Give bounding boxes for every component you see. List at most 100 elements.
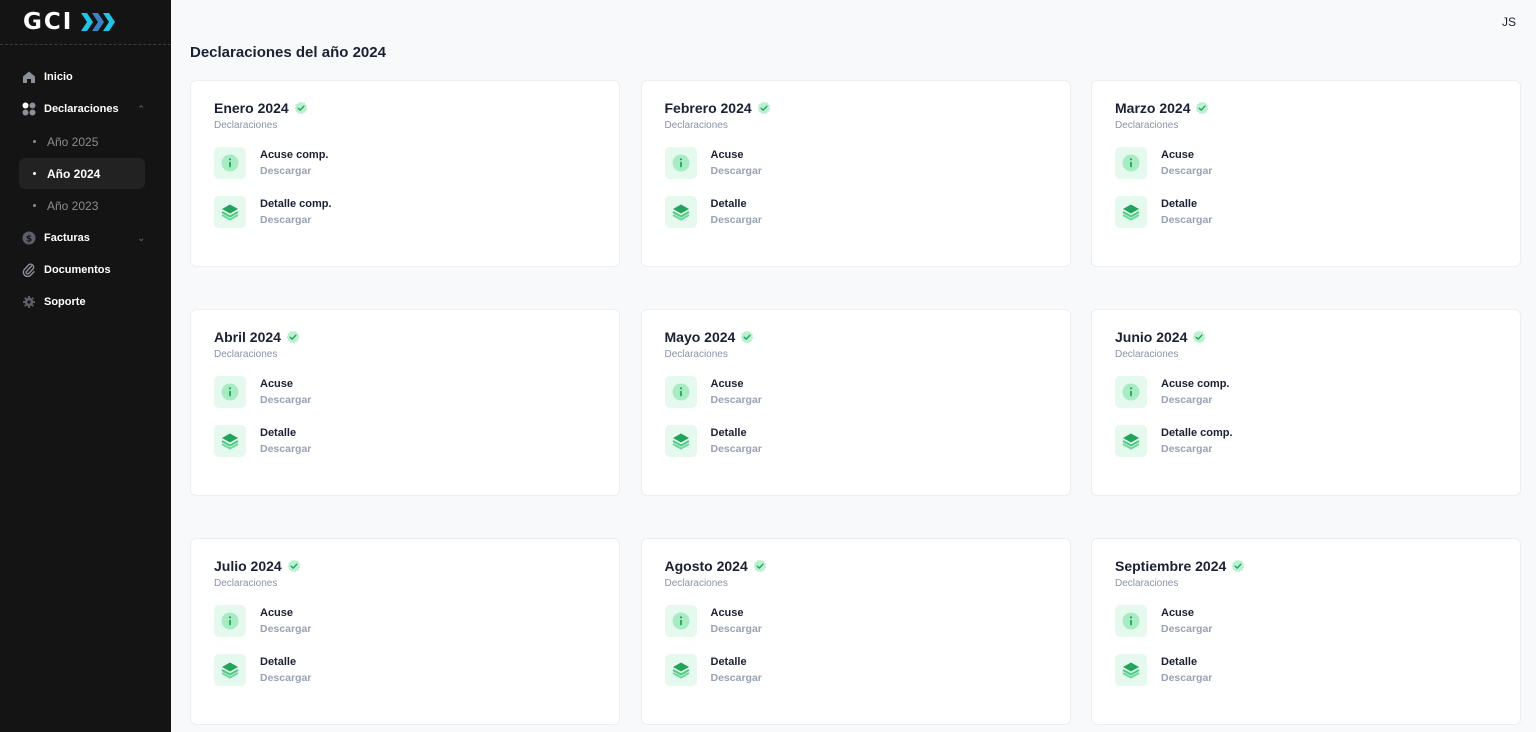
sidebar-subitem-label: Año 2025 xyxy=(47,134,99,149)
chevron-up-icon: ⌃ xyxy=(137,103,145,114)
verified-check-icon xyxy=(741,330,754,344)
user-avatar[interactable]: JS xyxy=(1496,11,1522,33)
download-link[interactable]: Descargar xyxy=(1161,394,1229,406)
logo[interactable]: GCI xyxy=(0,0,171,45)
acuse-download[interactable]: Acuse Descargar xyxy=(664,147,1047,179)
layers-icon xyxy=(664,425,697,457)
download-link[interactable]: Descargar xyxy=(711,623,762,635)
acuse-download[interactable]: Acuse comp. Descargar xyxy=(1115,376,1497,408)
info-icon xyxy=(214,605,246,637)
card-header: Marzo 2024 xyxy=(1115,100,1497,116)
sidebar-item-label: Inicio xyxy=(44,71,73,83)
verified-check-icon xyxy=(753,559,767,573)
download-link[interactable]: Descargar xyxy=(711,394,762,406)
detalle-download[interactable]: Detalle comp. Descargar xyxy=(214,196,596,228)
declaration-card: Mayo 2024 Declaraciones Acuse Descargar xyxy=(640,309,1071,496)
sidebar-item-label: Soporte xyxy=(44,296,86,308)
card-subtitle: Declaraciones xyxy=(1115,349,1179,360)
card-subtitle: Declaraciones xyxy=(664,349,728,360)
download-link[interactable]: Descargar xyxy=(260,394,311,406)
acuse-download[interactable]: Acuse Descargar xyxy=(214,376,596,408)
sidebar-item-facturas[interactable]: $ Facturas ⌄ xyxy=(0,222,171,254)
verified-check-icon xyxy=(1231,559,1245,573)
acuse-download[interactable]: Acuse Descargar xyxy=(214,605,596,637)
acuse-download[interactable]: Acuse comp. Descargar xyxy=(214,147,596,179)
download-link[interactable]: Descargar xyxy=(260,165,328,177)
acuse-text: Acuse Descargar xyxy=(1161,607,1212,635)
verified-check-icon xyxy=(287,559,301,573)
layers-icon xyxy=(664,654,697,686)
layers-icon xyxy=(214,425,246,457)
detalle-download[interactable]: Detalle Descargar xyxy=(1115,196,1497,228)
detalle-download[interactable]: Detalle Descargar xyxy=(214,654,596,686)
acuse-download[interactable]: Acuse Descargar xyxy=(1115,605,1497,637)
detalle-text: Detalle comp. Descargar xyxy=(260,198,332,226)
detalle-download[interactable]: Detalle Descargar xyxy=(214,425,596,457)
detalle-download[interactable]: Detalle Descargar xyxy=(664,196,1047,228)
sidebar-item-inicio[interactable]: Inicio xyxy=(0,61,171,93)
detalle-download[interactable]: Detalle Descargar xyxy=(664,654,1047,686)
sidebar-item-documentos[interactable]: Documentos xyxy=(0,254,171,286)
verified-check-icon xyxy=(1196,101,1209,115)
detalle-download[interactable]: Detalle comp. Descargar xyxy=(1115,425,1497,457)
card-title: Marzo 2024 xyxy=(1115,100,1191,116)
detalle-label: Detalle comp. xyxy=(260,198,332,210)
download-link[interactable]: Descargar xyxy=(1161,165,1212,177)
acuse-text: Acuse Descargar xyxy=(711,149,762,177)
download-link[interactable]: Descargar xyxy=(1161,443,1233,455)
card-header: Mayo 2024 xyxy=(665,329,1047,345)
info-icon xyxy=(664,605,697,637)
declaration-card: Septiembre 2024 Declaraciones Acuse Desc… xyxy=(1091,538,1521,725)
detalle-download[interactable]: Detalle Descargar xyxy=(1115,654,1497,686)
acuse-label: Acuse xyxy=(1161,149,1195,161)
acuse-label: Acuse xyxy=(260,607,294,619)
card-title: Abril 2024 xyxy=(214,329,281,345)
detalle-label: Detalle xyxy=(710,656,747,668)
download-link[interactable]: Descargar xyxy=(1161,214,1212,226)
card-subtitle: Declaraciones xyxy=(664,578,728,589)
chevrons-logo-icon xyxy=(81,13,116,31)
card-header: Junio 2024 xyxy=(1115,329,1497,345)
acuse-download[interactable]: Acuse Descargar xyxy=(664,376,1047,408)
chevron-down-icon: ⌄ xyxy=(137,232,145,243)
detalle-label: Detalle xyxy=(260,427,297,439)
download-link[interactable]: Descargar xyxy=(711,214,762,226)
declaration-card: Febrero 2024 Declaraciones Acuse Descarg… xyxy=(640,80,1071,267)
svg-text:$: $ xyxy=(25,235,31,245)
info-icon xyxy=(1115,376,1147,408)
detalle-download[interactable]: Detalle Descargar xyxy=(664,425,1047,457)
sidebar-subitem-2025[interactable]: Año 2025 xyxy=(19,126,145,157)
acuse-download[interactable]: Acuse Descargar xyxy=(664,605,1047,637)
sidebar-subitem-2024[interactable]: Año 2024 xyxy=(19,158,145,189)
bullet-icon xyxy=(33,140,36,143)
info-icon xyxy=(1115,147,1147,179)
dollar-icon: $ xyxy=(21,231,36,246)
card-subtitle: Declaraciones xyxy=(1115,120,1179,131)
download-link[interactable]: Descargar xyxy=(260,672,311,684)
info-icon xyxy=(214,147,246,179)
sidebar-item-soporte[interactable]: Soporte xyxy=(0,286,171,318)
sidebar-nav: Inicio Declaraciones ⌃ Año 2025 Año 2024 xyxy=(0,45,171,318)
verified-check-icon xyxy=(757,101,770,115)
download-link[interactable]: Descargar xyxy=(1161,623,1212,635)
card-title: Enero 2024 xyxy=(214,100,289,116)
bullet-icon xyxy=(33,172,36,175)
acuse-download[interactable]: Acuse Descargar xyxy=(1115,147,1497,179)
download-link[interactable]: Descargar xyxy=(711,443,762,455)
acuse-label: Acuse xyxy=(710,378,744,390)
download-link[interactable]: Descargar xyxy=(260,443,311,455)
download-link[interactable]: Descargar xyxy=(260,623,311,635)
sidebar-item-label: Documentos xyxy=(44,264,111,276)
download-link[interactable]: Descargar xyxy=(711,165,762,177)
declaration-card: Marzo 2024 Declaraciones Acuse Descargar xyxy=(1091,80,1521,267)
card-title: Julio 2024 xyxy=(214,558,282,574)
declaration-card: Julio 2024 Declaraciones Acuse Descargar xyxy=(190,538,620,725)
download-link[interactable]: Descargar xyxy=(1161,672,1212,684)
sidebar-item-declaraciones[interactable]: Declaraciones ⌃ xyxy=(0,93,171,125)
detalle-text: Detalle Descargar xyxy=(260,656,311,684)
sidebar-subitem-2023[interactable]: Año 2023 xyxy=(19,190,145,221)
download-link[interactable]: Descargar xyxy=(260,214,332,226)
download-link[interactable]: Descargar xyxy=(711,672,762,684)
acuse-text: Acuse Descargar xyxy=(1161,149,1212,177)
card-subtitle: Declaraciones xyxy=(214,578,278,589)
